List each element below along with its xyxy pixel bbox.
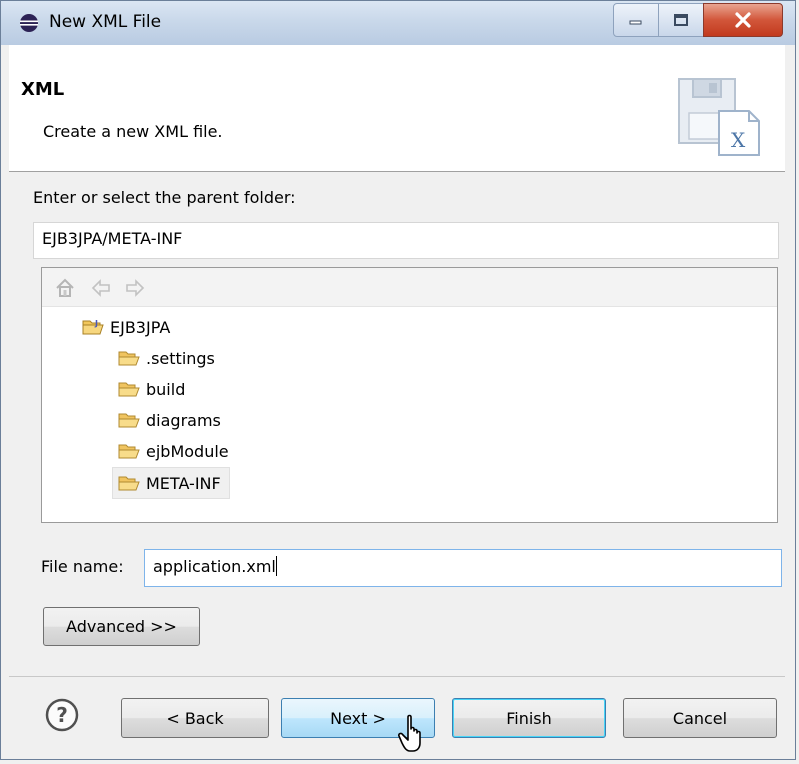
maximize-button[interactable] — [658, 3, 704, 37]
svg-text:X: X — [731, 128, 746, 152]
banner-description: Create a new XML file. — [43, 122, 223, 141]
parent-folder-label: Enter or select the parent folder: — [33, 188, 296, 207]
wizard-banner: XML Create a new XML file. X — [9, 45, 785, 172]
maximize-icon — [674, 14, 688, 26]
back-arrow-icon[interactable] — [90, 277, 112, 299]
new-xml-file-dialog: New XML File XML Create a new XML file. … — [0, 0, 796, 760]
tree-item-label: .settings — [146, 348, 215, 368]
parent-folder-input[interactable]: EJB3JPA/META-INF — [33, 222, 779, 259]
folder-tree[interactable]: J EJB3JPA .settings build diagrams ejbMo… — [41, 267, 778, 523]
advanced-button[interactable]: Advanced >> — [43, 607, 200, 646]
tree-toolbar — [42, 268, 777, 307]
file-name-label: File name: — [41, 557, 124, 576]
minimize-button[interactable] — [613, 3, 659, 37]
banner-heading: XML — [21, 79, 65, 100]
tree-item-label: META-INF — [146, 473, 221, 493]
xml-file-wizard-icon: X — [678, 78, 760, 156]
window-title: New XML File — [49, 12, 162, 32]
back-button[interactable]: < Back — [121, 698, 269, 738]
eclipse-icon — [20, 14, 38, 32]
tree-item-settings[interactable]: .settings — [118, 343, 215, 373]
folder-icon — [118, 382, 140, 397]
file-name-value: application.xml — [153, 557, 276, 576]
tree-item-label: build — [146, 379, 186, 399]
svg-text:?: ? — [56, 703, 68, 727]
minimize-icon — [629, 20, 642, 25]
file-name-input[interactable]: application.xml — [144, 549, 782, 587]
folder-icon — [118, 413, 140, 428]
parent-folder-value: EJB3JPA/META-INF — [42, 229, 183, 248]
text-caret — [275, 556, 277, 576]
project-folder-icon: J — [82, 319, 104, 335]
tree-item-build[interactable]: build — [118, 374, 185, 404]
button-bar-separator — [9, 676, 785, 677]
folder-icon — [118, 476, 140, 491]
tree-item-diagrams[interactable]: diagrams — [118, 405, 221, 435]
tree-item-label: EJB3JPA — [110, 317, 171, 337]
close-button[interactable] — [703, 3, 783, 37]
svg-text:J: J — [94, 319, 98, 328]
tree-item-label: ejbModule — [146, 441, 229, 461]
tree-item-meta-inf[interactable]: META-INF — [112, 467, 230, 499]
cancel-button[interactable]: Cancel — [623, 698, 777, 738]
title-bar[interactable]: New XML File — [1, 1, 795, 45]
tree-item-label: diagrams — [146, 410, 221, 430]
window-controls — [613, 3, 783, 39]
folder-icon — [118, 444, 140, 459]
forward-arrow-icon[interactable] — [124, 277, 146, 299]
help-icon[interactable]: ? — [45, 698, 79, 732]
mouse-cursor-icon — [398, 714, 421, 752]
finish-button[interactable]: Finish — [452, 698, 606, 738]
tree-item-project[interactable]: J EJB3JPA — [82, 312, 170, 342]
home-icon[interactable] — [54, 277, 76, 299]
close-icon — [735, 12, 751, 28]
folder-icon — [118, 351, 140, 366]
tree-item-ejbmodule[interactable]: ejbModule — [118, 436, 229, 466]
